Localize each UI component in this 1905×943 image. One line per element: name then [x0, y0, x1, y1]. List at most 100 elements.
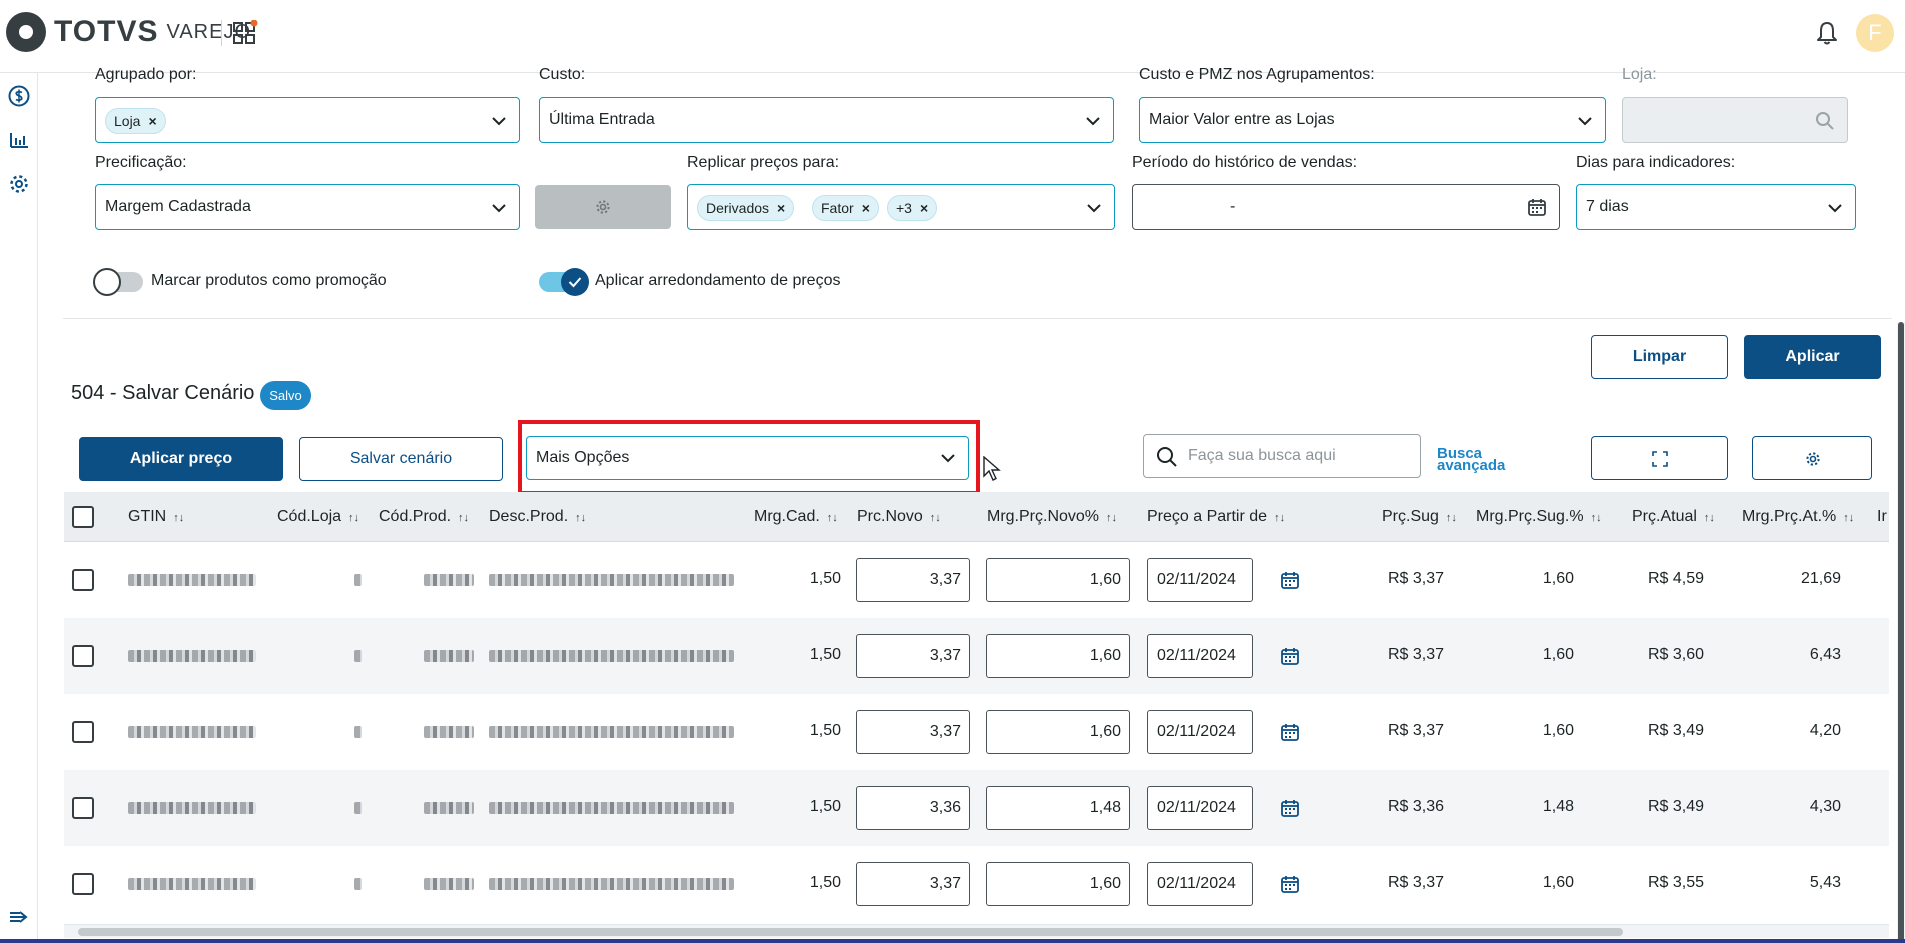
col-mrg-prc-sug[interactable]: Mrg.Prç.Sug.% ↑↓ [1476, 508, 1602, 526]
dias-select[interactable]: 7 dias [1576, 184, 1856, 230]
chevron-down-icon [492, 204, 506, 213]
row-checkbox[interactable] [72, 797, 94, 819]
collapse-menu-icon[interactable] [8, 906, 30, 928]
table-row[interactable]: 1,50 3,37 1,60 02/11/2024 R$ 3,37 1,60 R$ 3,55… [64, 846, 1889, 922]
table-row[interactable]: 1,50 3,37 1,60 02/11/2024 R$ 3,37 1,60 R$ 4,59… [64, 542, 1889, 618]
mrg-prc-novo-input[interactable]: 1,48 [986, 786, 1130, 830]
dollar-circle-icon[interactable] [8, 85, 30, 107]
prc-novo-input[interactable]: 3,36 [856, 786, 970, 830]
agrupado-select[interactable]: Loja × [95, 97, 520, 143]
remove-chip-icon[interactable]: × [862, 200, 870, 216]
custo-pmz-select[interactable]: Maior Valor entre as Lojas [1139, 97, 1606, 143]
replicar-select[interactable]: Derivados × Fator × +3 × [687, 184, 1115, 230]
prc-novo-input[interactable]: 3,37 [856, 862, 970, 906]
remove-chip-icon[interactable]: × [777, 200, 785, 216]
col-label: Mrg.Prç.Novo% [987, 508, 1100, 525]
limpar-button[interactable]: Limpar [1591, 335, 1728, 379]
col-mrg-prc-at[interactable]: Mrg.Prç.At.% ↑↓ [1742, 508, 1854, 526]
col-ir[interactable]: Ir [1877, 508, 1887, 526]
data-input[interactable]: 02/11/2024 [1147, 710, 1253, 754]
col-prc-sug[interactable]: Prç.Sug ↑↓ [1382, 508, 1457, 526]
table-header: GTIN ↑↓ Cód.Loja ↑↓ Cód.Prod. ↑↓ Desc.Prod.… [64, 492, 1889, 542]
precificacao-select[interactable]: Margem Cadastrada [95, 184, 520, 230]
prc-novo-input[interactable]: 3,37 [856, 710, 970, 754]
table-row[interactable]: 1,50 3,36 1,48 02/11/2024 R$ 3,36 1,48 R$ 3,49… [64, 770, 1889, 846]
table-row[interactable]: 1,50 3,37 1,60 02/11/2024 R$ 3,37 1,60 R$ 3,49… [64, 694, 1889, 770]
search-placeholder: Faça sua busca aqui [1188, 447, 1336, 464]
aplicar-preco-button[interactable]: Aplicar preço [79, 437, 283, 481]
col-label: Prç.Sug [1382, 508, 1439, 525]
data-input[interactable]: 02/11/2024 [1147, 786, 1253, 830]
gear-icon[interactable] [8, 173, 30, 195]
user-avatar[interactable]: F [1856, 14, 1894, 52]
mrg-prc-novo-input[interactable]: 1,60 [986, 862, 1130, 906]
replicar-label: Replicar preços para: [687, 154, 840, 171]
table-row[interactable]: 1,50 3,37 1,60 02/11/2024 R$ 3,37 1,60 R$ 3,60… [64, 618, 1889, 694]
chip-label: Fator [821, 200, 854, 216]
mrg-prc-novo-input[interactable]: 1,60 [986, 710, 1130, 754]
select-all-checkbox[interactable] [72, 506, 94, 528]
prc-sug-cell: R$ 3,37 [1387, 722, 1444, 739]
scrollbar-thumb[interactable] [78, 928, 1623, 936]
top-bar: TOTVS VAREJO F [0, 0, 1905, 73]
mrg-prc-novo-value: 1,60 [1089, 571, 1121, 588]
prc-novo-value: 3,37 [929, 647, 961, 664]
row-checkbox[interactable] [72, 645, 94, 667]
col-desc-prod[interactable]: Desc.Prod. ↑↓ [489, 508, 586, 526]
row-checkbox[interactable] [72, 569, 94, 591]
row-checkbox[interactable] [72, 873, 94, 895]
col-preco-a-partir[interactable]: Preço a Partir de ↑↓ [1147, 508, 1285, 526]
vertical-scrollbar[interactable] [1897, 322, 1905, 943]
table-settings-button[interactable] [1752, 436, 1872, 480]
busca-avancada-link[interactable]: Busca avançada [1437, 446, 1527, 473]
notification-bell-icon[interactable] [1815, 20, 1839, 46]
col-prc-atual[interactable]: Prç.Atual ↑↓ [1632, 508, 1715, 526]
remove-chip-icon[interactable]: × [920, 200, 928, 216]
search-input[interactable]: Faça sua busca aqui [1143, 434, 1421, 478]
custo-select[interactable]: Última Entrada [539, 97, 1114, 143]
chip-label: Derivados [706, 200, 770, 216]
horizontal-scrollbar[interactable] [64, 924, 1889, 938]
data-input[interactable]: 02/11/2024 [1147, 862, 1253, 906]
apps-grid-icon[interactable] [232, 20, 258, 46]
calendar-icon[interactable] [1527, 197, 1547, 217]
prc-novo-input[interactable]: 3,37 [856, 634, 970, 678]
periodo-date-range[interactable]: - [1132, 184, 1560, 230]
mrg-cad-cell: 1,50 [809, 646, 841, 663]
totvs-logo[interactable]: TOTVS VAREJO [6, 12, 251, 52]
mrg-prc-at-cell: 4,20 [1809, 722, 1841, 739]
mrg-prc-novo-input[interactable]: 1,60 [986, 634, 1130, 678]
mrg-prc-at-cell: 4,30 [1809, 798, 1841, 815]
remove-chip-icon[interactable]: × [148, 113, 156, 129]
col-gtin[interactable]: GTIN ↑↓ [128, 508, 184, 526]
calendar-icon[interactable] [1280, 646, 1300, 666]
col-cod-prod[interactable]: Cód.Prod. ↑↓ [379, 508, 469, 526]
col-mrg-prc-novo[interactable]: Mrg.Prç.Novo% ↑↓ [987, 508, 1117, 526]
periodo-label: Período do histórico de vendas: [1132, 154, 1358, 171]
precificacao-settings-button[interactable] [535, 185, 671, 229]
arredondamento-toggle[interactable] [539, 268, 589, 296]
data-input[interactable]: 02/11/2024 [1147, 634, 1253, 678]
col-prc-novo[interactable]: Prc.Novo ↑↓ [857, 508, 941, 526]
calendar-icon[interactable] [1280, 798, 1300, 818]
mrg-cad-cell: 1,50 [809, 874, 841, 891]
mrg-prc-sug-cell: 1,60 [1542, 570, 1574, 587]
calendar-icon[interactable] [1280, 570, 1300, 590]
promocao-toggle[interactable] [93, 268, 143, 296]
col-mrg-cad[interactable]: Mrg.Cad. ↑↓ [754, 508, 838, 526]
salvar-cenario-button[interactable]: Salvar cenário [299, 437, 503, 481]
data-input[interactable]: 02/11/2024 [1147, 558, 1253, 602]
bar-chart-icon[interactable] [8, 129, 30, 151]
calendar-icon[interactable] [1280, 722, 1300, 742]
brand-name: TOTVS [54, 15, 159, 48]
aplicar-button[interactable]: Aplicar [1744, 335, 1881, 379]
prc-sug-cell: R$ 3,36 [1387, 798, 1444, 815]
fullscreen-button[interactable] [1591, 436, 1728, 480]
mrg-prc-novo-input[interactable]: 1,60 [986, 558, 1130, 602]
loja-label: Loja: [1622, 66, 1657, 83]
calendar-icon[interactable] [1280, 874, 1300, 894]
row-checkbox[interactable] [72, 721, 94, 743]
scrollbar-thumb[interactable] [1898, 322, 1904, 943]
prc-novo-input[interactable]: 3,37 [856, 558, 970, 602]
col-cod-loja[interactable]: Cód.Loja ↑↓ [277, 508, 359, 526]
